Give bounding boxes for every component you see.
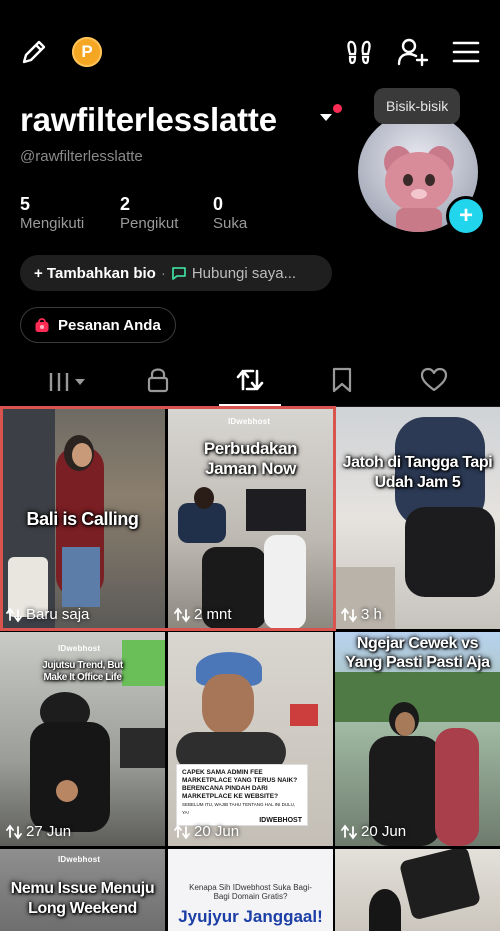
lock-icon (146, 367, 170, 398)
repost-icon (174, 607, 190, 622)
add-bio-button[interactable]: + Tambahkan bio (34, 265, 156, 282)
followers-label: Pengikut (120, 215, 179, 232)
tile-time-label: 20 Jun (361, 823, 407, 840)
repost-icon (174, 824, 190, 839)
banner-line: SEBELUM ITU, WAJIB TAHU TENTANG HAL INI … (182, 802, 296, 815)
tile-time-label: 27 Jun (26, 823, 72, 840)
tab-saved[interactable] (312, 366, 372, 398)
repost-tile-3[interactable]: Jatoh di Tangga Tapi Udah Jam 5 3 h (335, 407, 500, 629)
pill-separator: · (160, 264, 166, 282)
likes-stat[interactable]: 0 Suka (213, 194, 247, 232)
menu-icon[interactable] (450, 38, 482, 66)
tile-title: Jujutsu Trend, But Make It Office Life (42, 660, 123, 683)
contact-button[interactable]: Hubungi saya... (192, 265, 296, 282)
following-count: 5 (20, 194, 31, 214)
tab-reposts[interactable] (220, 366, 280, 398)
tab-private[interactable] (128, 366, 188, 398)
tile-timestamp: 20 Jun (341, 823, 406, 840)
orders-label: Pesanan Anda (58, 316, 161, 334)
repost-tile-2[interactable]: IDwebhost Perbudakan Jaman Now 2 mnt (168, 407, 333, 629)
repost-icon (341, 824, 357, 839)
tile-timestamp: 3 h (341, 606, 382, 623)
tab-videos[interactable] (36, 366, 96, 398)
repost-icon (236, 367, 264, 398)
grid-icon (47, 371, 85, 393)
bio-pill: + Tambahkan bio · Hubungi saya... (20, 255, 332, 291)
tab-liked[interactable] (404, 366, 464, 398)
tile-time-label: 2 mnt (194, 606, 232, 623)
shopping-bag-icon (33, 316, 51, 334)
repost-tile-5[interactable]: CAPEK SAMA ADMIN FEE MARKETPLACE YANG TE… (168, 632, 333, 846)
tile-title: Nemu Issue Menuju Long Weekend (10, 880, 155, 917)
repost-icon (6, 824, 22, 839)
repost-tile-8[interactable]: Kenapa Sih IDwebhost Suka Bagi-Bagi Doma… (168, 849, 333, 931)
tile-time-label: 20 Jun (194, 823, 240, 840)
edit-icon[interactable] (18, 36, 50, 68)
footprint-icon[interactable] (343, 36, 375, 68)
repost-tile-4[interactable]: IDwebhost Jujutsu Trend, But Make It Off… (0, 632, 165, 846)
repost-icon (341, 607, 357, 622)
likes-label: Suka (213, 215, 248, 232)
repost-tile-1[interactable]: Bali is Calling Baru saja (0, 407, 165, 629)
followers-stat[interactable]: 2 Pengikut (120, 194, 178, 232)
tile-timestamp: 27 Jun (6, 823, 71, 840)
add-user-icon[interactable] (396, 36, 430, 68)
brand-chip: IDwebhost (228, 417, 271, 426)
tile-time-label: 3 h (361, 606, 382, 623)
likes-count: 0 (213, 194, 224, 214)
tile-title: Jatoh di Tangga Tapi Udah Jam 5 (342, 454, 493, 491)
chevron-down-icon[interactable] (318, 112, 334, 122)
tile-title: Bali is Calling (26, 509, 139, 529)
user-handle: @rawfilterlesslatte (20, 148, 143, 165)
tile-subtitle: Kenapa Sih IDwebhost Suka Bagi-Bagi Doma… (189, 883, 312, 901)
repost-tile-9[interactable] (335, 849, 500, 931)
banner-line: MARKETPLACE KE WEBSITE? (182, 793, 279, 800)
repost-icon (6, 607, 22, 622)
coin-letter: P (81, 42, 93, 61)
tile-title: Ngejar Cewek vs Yang Pasti Pasti Aja (345, 635, 490, 671)
banner-line: BERENCANA PINDAH DARI (182, 785, 268, 792)
whisper-tooltip[interactable]: Bisik-bisik (374, 88, 461, 124)
banner-line: MARKETPLACE YANG TERUS NAIK? (182, 777, 298, 784)
add-avatar-button[interactable]: + (446, 196, 486, 236)
brand-chip: IDwebhost (58, 855, 101, 864)
notification-dot (333, 104, 342, 113)
repost-tile-6[interactable]: Ngejar Cewek vs Yang Pasti Pasti Aja 20 … (335, 632, 500, 846)
banner-line: CAPEK SAMA ADMIN FEE (182, 769, 263, 776)
tile-timestamp: Baru saja (6, 606, 89, 623)
brand-chip: IDwebhost (58, 644, 101, 653)
following-stat[interactable]: 5 Mengikuti (20, 194, 84, 232)
heart-icon (420, 367, 448, 398)
message-icon (171, 265, 187, 281)
repost-tile-7[interactable]: IDwebhost Nemu Issue Menuju Long Weekend (0, 849, 165, 931)
tile-header-strip (174, 855, 327, 867)
active-tab-indicator (219, 404, 281, 406)
tile-timestamp: 2 mnt (174, 606, 232, 623)
username[interactable]: rawfilterlesslatte (20, 98, 277, 142)
coin-icon[interactable]: P (72, 37, 102, 67)
tile-timestamp: 20 Jun (174, 823, 239, 840)
bookmark-icon (331, 367, 353, 398)
tile-time-label: Baru saja (26, 606, 90, 623)
tile-title: Jyujyur Janggaal! (178, 907, 323, 926)
followers-count: 2 (120, 194, 131, 214)
orders-button[interactable]: Pesanan Anda (20, 307, 176, 343)
promo-banner: CAPEK SAMA ADMIN FEE MARKETPLACE YANG TE… (176, 764, 308, 826)
tile-title: Perbudakan Jaman Now (203, 439, 298, 478)
following-label: Mengikuti (20, 215, 85, 232)
